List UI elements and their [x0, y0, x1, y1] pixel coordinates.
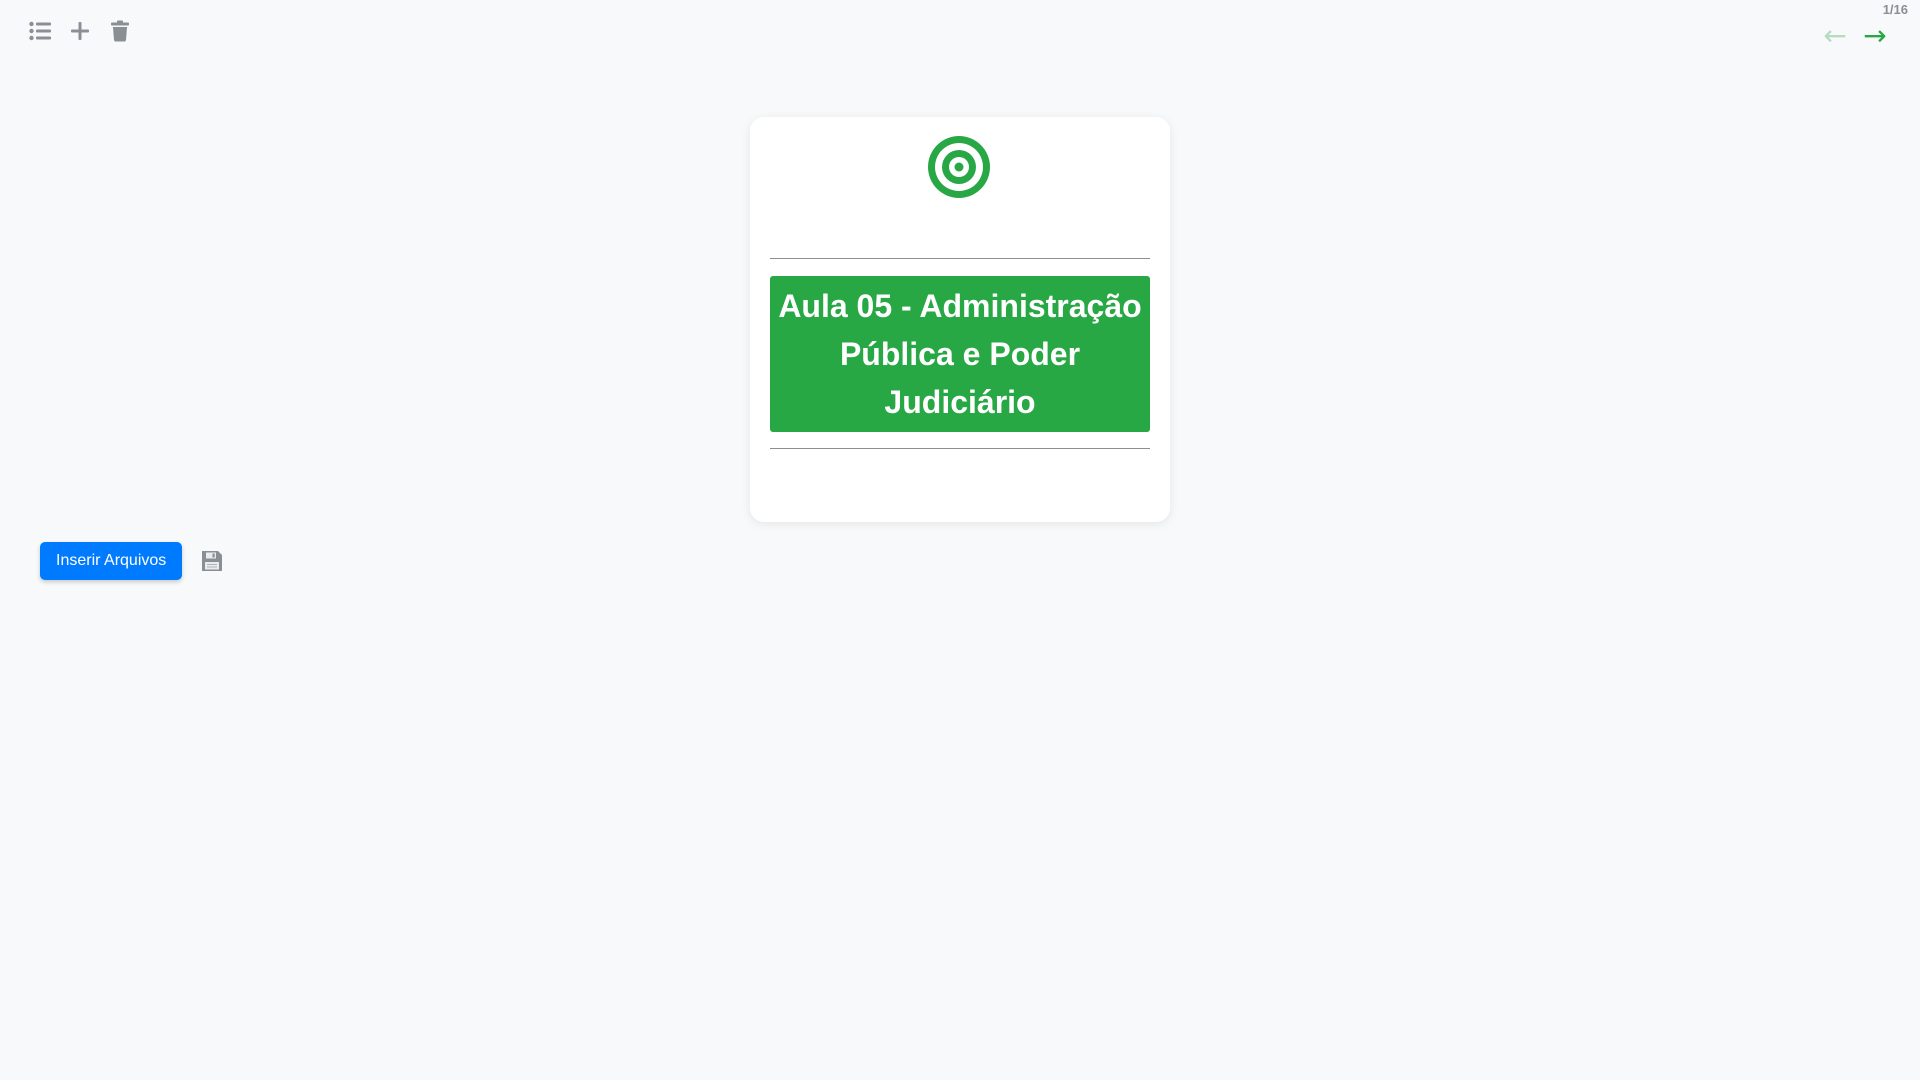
- bottom-divider: [770, 448, 1150, 449]
- next-arrow-button[interactable]: →: [1860, 18, 1890, 54]
- page-counter: 1/16: [1882, 2, 1908, 17]
- toolbar: [28, 18, 132, 44]
- floppy-disk-icon[interactable]: [200, 549, 224, 573]
- list-icon[interactable]: [28, 18, 52, 44]
- previous-arrow-button[interactable]: ←: [1820, 18, 1850, 54]
- lesson-card[interactable]: Aula 05 - Administração Pública e Poder …: [750, 117, 1170, 522]
- lesson-title-box: Aula 05 - Administração Pública e Poder …: [770, 276, 1150, 432]
- top-divider: [770, 258, 1150, 259]
- plus-icon[interactable]: [68, 18, 92, 44]
- target-icon: [928, 136, 990, 198]
- trash-icon[interactable]: [108, 18, 132, 44]
- insert-files-button[interactable]: Inserir Arquivos: [40, 542, 183, 580]
- pagination-nav: ← →: [1820, 18, 1890, 54]
- lesson-title: Aula 05 - Administração Pública e Poder …: [778, 288, 1142, 420]
